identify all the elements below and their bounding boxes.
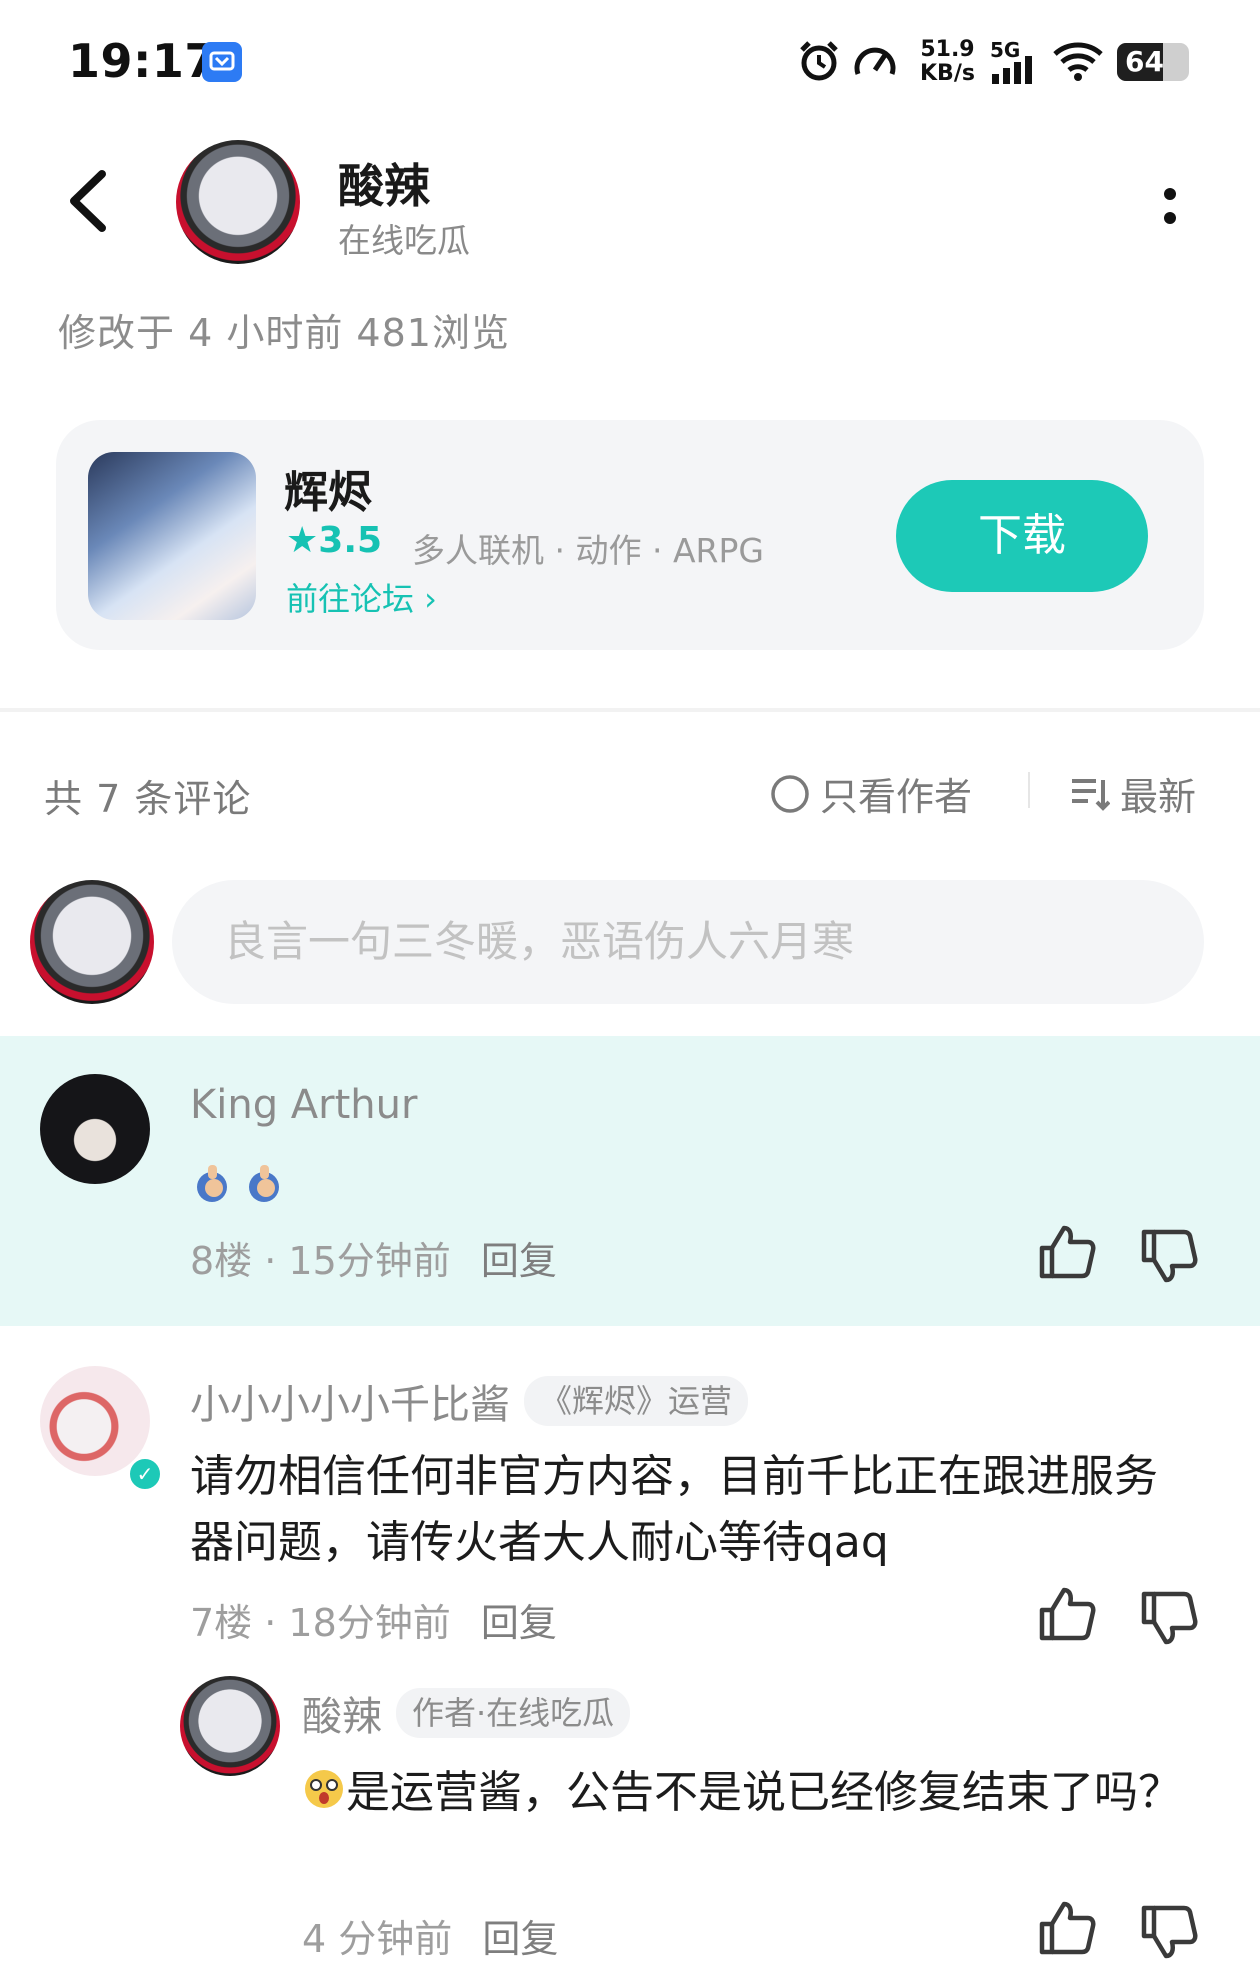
comment-highlight [0,1036,1260,1326]
reply-text-block: 是运营酱，公告不是说已经修复结束了吗？ [302,1760,1202,1826]
thumbs-up-emoji-icon [197,1165,227,1202]
speedometer-icon [852,40,898,84]
filter-separator [1028,772,1030,808]
comment-author[interactable]: 小小小小小千比酱 [190,1372,510,1430]
sort-label[interactable]: 最新 [1120,766,1196,821]
reply-time: 4 分钟前 [302,1917,453,1961]
reply-avatar[interactable] [180,1676,280,1776]
reply-author[interactable]: 酸辣 [302,1684,382,1742]
current-user-avatar [30,880,154,1004]
more-options-icon[interactable] [1158,186,1182,236]
comment-count: 共 7 条评论 [44,777,252,821]
reply-text: 是运营酱，公告不是说已经修复结束了吗？ [346,1767,1182,1818]
author-subtitle: 在线吃瓜 [338,221,470,260]
game-name[interactable]: 辉烬 [284,456,372,520]
reply-footer: 4 分钟前 回复 [302,1908,558,1963]
wifi-icon [1052,40,1104,82]
battery-indicator: 64 [1117,43,1189,81]
reply-button[interactable]: 回复 [481,1601,557,1645]
back-arrow-icon[interactable] [64,166,112,236]
only-author-label[interactable]: 只看作者 [820,766,972,821]
dislike-icon[interactable] [1140,1228,1198,1284]
role-badge: 《辉烬》运营 [524,1376,749,1426]
comment-footer: 8楼 · 15分钟前 回复 [190,1230,557,1285]
reply-button[interactable]: 回复 [481,1239,557,1283]
comment-input[interactable]: 良言一句三冬暖，恶语伤人六月寒 [172,880,1204,1004]
signal-icon [992,56,1036,84]
comment-text: 请勿相信任何非官方内容，目前千比正在跟进服务器问题，请传火者大人耐心等待qaq [190,1451,1158,1568]
app-notification-icon [202,42,242,82]
game-icon[interactable] [88,452,256,620]
author-badge: 作者·在线吃瓜 [396,1688,631,1738]
status-time: 19:17 [68,34,217,88]
like-icon[interactable] [1038,1224,1096,1280]
comment-floor-time: 8楼 · 15分钟前 [190,1239,451,1283]
section-divider [0,708,1260,712]
thumbs-up-emoji-icon [249,1165,279,1202]
alarm-icon [796,38,842,84]
only-author-toggle[interactable]: 只看作者 [770,766,972,821]
shocked-emoji-icon [302,1767,346,1811]
comment-emoji-content [192,1160,284,1206]
verified-check-icon: ✓ [127,1456,163,1492]
like-icon[interactable] [1038,1900,1096,1956]
comment-author[interactable]: King Arthur [190,1082,417,1128]
comment-footer: 7楼 · 18分钟前 回复 [190,1592,557,1647]
sort-toggle[interactable]: 最新 [1070,766,1196,821]
reply-button[interactable]: 回复 [482,1917,558,1961]
sort-icon[interactable] [1070,776,1110,812]
comment-floor-time: 7楼 · 18分钟前 [190,1601,451,1645]
reply-author-row: 酸辣 作者·在线吃瓜 [302,1684,631,1742]
author-avatar[interactable] [176,140,300,264]
author-name[interactable]: 酸辣 [338,150,430,216]
dislike-icon[interactable] [1140,1904,1198,1960]
radio-circle-icon[interactable] [770,774,810,814]
game-rating: ★3.5 [286,520,383,561]
post-meta: 修改于 4 小时前 481浏览 [58,311,510,355]
like-icon[interactable] [1038,1586,1096,1642]
dislike-icon[interactable] [1140,1590,1198,1646]
game-tags: 多人联机 · 动作 · ARPG [412,531,764,570]
download-button[interactable]: 下载 [896,480,1148,592]
forum-link[interactable]: 前往论坛 › [286,574,437,620]
comment-author-row: 小小小小小千比酱 《辉烬》运营 [190,1372,749,1430]
comment-avatar[interactable] [40,1074,150,1184]
network-speed: 51.9 KB/s [920,37,975,86]
